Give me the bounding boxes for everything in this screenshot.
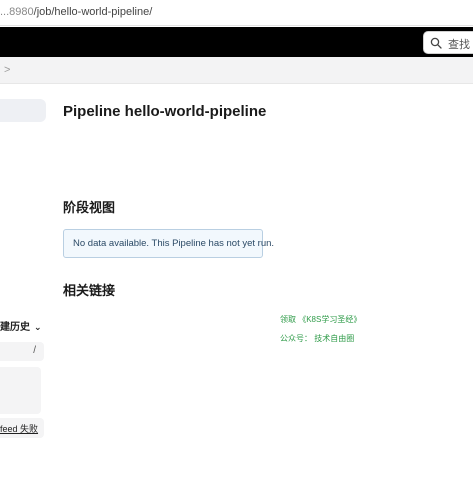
browser-address-bar[interactable]: ...8980/job/hello-world-pipeline/	[0, 0, 473, 26]
breadcrumb: >	[0, 57, 473, 84]
search-input[interactable]: 查找 (⌘	[423, 31, 473, 54]
filter-shortcut-hint: /	[33, 345, 36, 356]
build-history-label: 建历史	[0, 322, 30, 333]
related-links-heading: 相关链接	[63, 283, 116, 298]
watermark-line-1: 领取 《K8S学习圣经》	[280, 315, 362, 324]
search-icon	[430, 37, 442, 49]
stage-view-heading: 阶段视图	[63, 200, 116, 215]
no-data-message: No data available. This Pipeline has not…	[73, 238, 275, 249]
feed-links[interactable]: feed 失败	[0, 418, 44, 438]
build-history-list	[0, 367, 41, 414]
url-text[interactable]: ...8980/job/hello-world-pipeline/	[0, 6, 152, 18]
url-host: ...8980	[0, 6, 34, 18]
chevron-right-icon[interactable]: >	[4, 64, 10, 76]
chevron-down-icon: ⌄	[34, 322, 42, 332]
jenkins-job-page: ...8980/job/hello-world-pipeline/ 查找 (⌘ …	[0, 0, 473, 477]
no-data-notice: No data available. This Pipeline has not…	[63, 229, 274, 258]
feed-failed-link[interactable]: feed 失败	[0, 424, 38, 434]
page-title: Pipeline hello-world-pipeline	[63, 103, 267, 120]
top-navigation-bar: 查找 (⌘	[0, 27, 473, 57]
build-filter-input[interactable]: /	[0, 342, 44, 361]
watermark-line-2: 公众号： 技术自由圈	[280, 334, 355, 343]
build-history-toggle[interactable]: 建历史 ⌄	[0, 318, 42, 333]
url-path: /job/hello-world-pipeline/	[33, 6, 153, 18]
search-placeholder: 查找 (⌘	[448, 39, 473, 51]
sidebar-item-status[interactable]	[0, 99, 46, 122]
